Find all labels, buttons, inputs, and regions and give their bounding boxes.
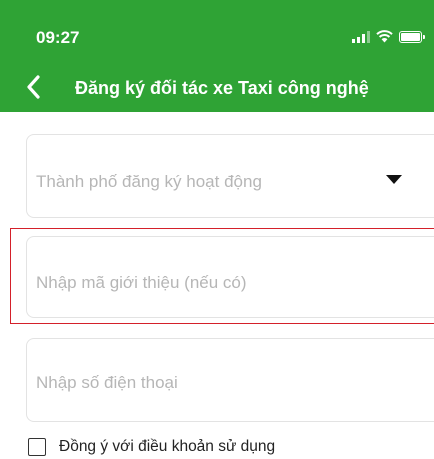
wifi-icon xyxy=(376,30,393,43)
chevron-left-icon xyxy=(27,75,40,99)
referral-code-placeholder: Nhập mã giới thiệu (nếu có) xyxy=(36,273,247,292)
back-button[interactable] xyxy=(18,70,48,104)
caret-down-icon[interactable] xyxy=(386,175,402,184)
status-bar-icons xyxy=(352,30,425,43)
terms-row[interactable]: Đồng ý với điều khoản sử dụng xyxy=(28,438,275,456)
page-title: Đăng ký đối tác xe Taxi công nghệ xyxy=(75,78,369,98)
terms-checkbox[interactable] xyxy=(28,438,46,456)
referral-code-input[interactable]: Nhập mã giới thiệu (nếu có) xyxy=(26,236,434,318)
app-header: 09:27 Đăng ký đối tác xe Taxi công nghệ xyxy=(0,0,434,112)
battery-icon xyxy=(399,30,425,43)
status-bar-time: 09:27 xyxy=(36,28,80,47)
city-select[interactable]: Thành phố đăng ký hoạt động xyxy=(26,134,434,218)
terms-label: Đồng ý với điều khoản sử dụng xyxy=(59,438,276,455)
phone-number-placeholder: Nhập số điện thoại xyxy=(36,373,178,392)
signal-icon xyxy=(352,30,370,43)
phone-number-input[interactable]: Nhập số điện thoại xyxy=(26,338,434,422)
city-select-placeholder: Thành phố đăng ký hoạt động xyxy=(36,172,262,191)
